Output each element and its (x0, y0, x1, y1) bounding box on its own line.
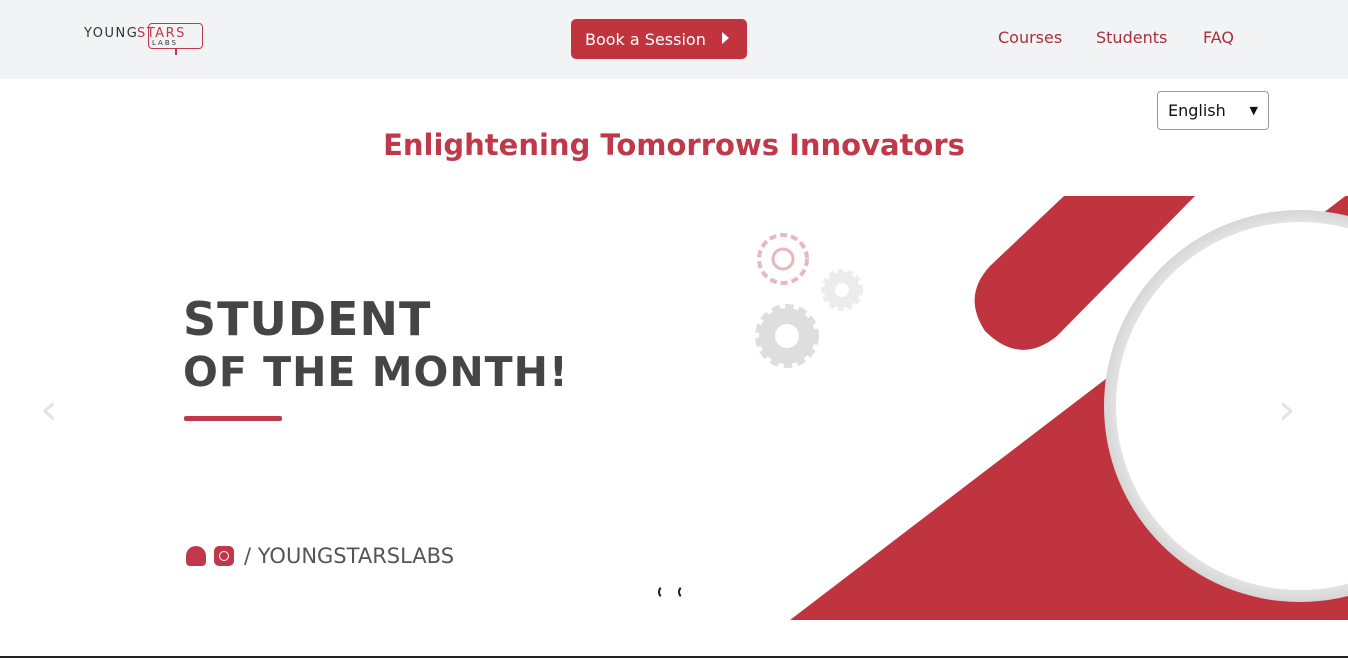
nav-link-courses[interactable]: Courses (998, 28, 1062, 47)
title-underline (184, 416, 282, 421)
carousel-indicators (658, 585, 692, 599)
hero-carousel: STUDENT OF THE MONTH! / YOUNGSTARSLABS ‹… (0, 196, 1348, 622)
slide-title-line2: OF THE MONTH! (183, 348, 569, 396)
top-navigation-bar: YOUNG STARS LABS Book a Session Courses … (0, 0, 1348, 79)
logo-text-young: YOUNG (84, 26, 139, 41)
book-session-button[interactable]: Book a Session (571, 19, 747, 59)
chevron-down-icon: ▼ (1249, 104, 1258, 117)
gear-small-icon (821, 269, 863, 311)
social-handle-text: / YOUNGSTARSLABS (244, 544, 455, 568)
nav-link-students[interactable]: Students (1096, 28, 1167, 47)
language-select[interactable]: English ▼ (1157, 91, 1269, 130)
page-headline: Enlightening Tomorrows Innovators (383, 128, 965, 162)
gear-large-icon (755, 304, 819, 368)
logo-stem (175, 48, 177, 55)
carousel-prev-icon[interactable]: ‹ (40, 384, 58, 435)
caret-right-icon (722, 32, 729, 44)
nav-link-faq[interactable]: FAQ (1203, 28, 1234, 47)
slide-title-line1: STUDENT (183, 292, 432, 346)
instagram-icon (214, 546, 234, 566)
carousel-indicator-1[interactable] (658, 585, 672, 599)
logo-text-labs: LABS (152, 39, 178, 47)
gear-outline-icon (757, 233, 809, 285)
youngstars-labs-logo[interactable]: YOUNG STARS LABS (84, 22, 206, 56)
carousel-next-icon[interactable]: › (1278, 384, 1296, 435)
carousel-indicator-2[interactable] (678, 585, 692, 599)
language-select-value: English (1168, 101, 1226, 120)
book-session-label: Book a Session (585, 29, 706, 49)
social-handle-row: / YOUNGSTARSLABS (186, 544, 454, 568)
snapchat-icon (186, 546, 206, 566)
